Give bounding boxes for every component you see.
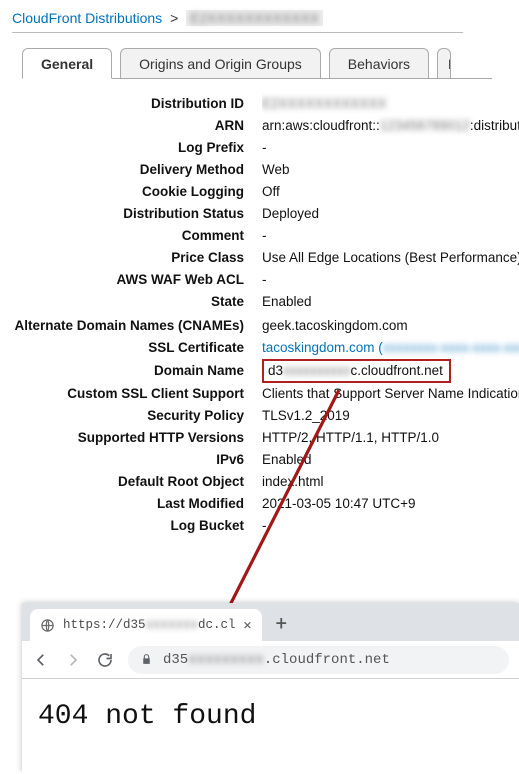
breadcrumb-current: E2XXXXXXXXXXXX <box>186 10 323 26</box>
browser-tab-title: https://d35xxxxxxxdc.cl <box>63 618 236 632</box>
value-domain-name: d3xxxxxxxxxxc.cloudfront.net <box>262 359 519 383</box>
value-last-modified: 2021-03-05 10:47 UTC+9 <box>262 493 519 515</box>
value-state: Enabled <box>262 291 519 313</box>
value-default-root: index.html <box>262 471 519 493</box>
row-distribution-status: Distribution Status Deployed <box>12 203 519 225</box>
value-security-policy: TLSv1.2_2019 <box>262 405 519 427</box>
value-http-versions: HTTP/2, HTTP/1.1, HTTP/1.0 <box>262 427 519 449</box>
row-comment: Comment - <box>12 225 519 247</box>
tab-general[interactable]: General <box>22 48 112 79</box>
row-http-versions: Supported HTTP Versions HTTP/2, HTTP/1.1… <box>12 427 519 449</box>
label-default-root: Default Root Object <box>12 471 262 493</box>
row-delivery-method: Delivery Method Web <box>12 159 519 181</box>
row-ipv6: IPv6 Enabled <box>12 449 519 471</box>
row-last-modified: Last Modified 2021-03-05 10:47 UTC+9 <box>12 493 519 515</box>
row-log-bucket: Log Bucket - <box>12 515 519 537</box>
value-arn: arn:aws:cloudfront::123456789012:distrib… <box>262 115 519 137</box>
label-price-class: Price Class <box>12 247 262 269</box>
row-custom-ssl: Custom SSL Client Support Clients that S… <box>12 383 519 405</box>
row-waf: AWS WAF Web ACL - <box>12 269 519 291</box>
browser-tab-bar: https://d35xxxxxxxdc.cl × + <box>22 603 519 641</box>
label-log-prefix: Log Prefix <box>12 137 262 159</box>
tab-bar: General Origins and Origin Groups Behavi… <box>22 47 492 79</box>
value-distribution-id: E2XXXXXXXXXXXX <box>262 93 519 115</box>
row-domain-name: Domain Name d3xxxxxxxxxxc.cloudfront.net <box>12 359 519 383</box>
label-ipv6: IPv6 <box>12 449 262 471</box>
label-distribution-id: Distribution ID <box>12 93 262 115</box>
lock-icon <box>140 653 153 666</box>
ssl-cert-link[interactable]: tacoskingdom.com (xxxxxxxx-xxxx-xxxx-xxx… <box>262 340 519 355</box>
label-custom-ssl: Custom SSL Client Support <box>12 383 262 405</box>
url-input[interactable]: d35xxxxxxxxx.cloudfront.net <box>128 646 509 674</box>
label-comment: Comment <box>12 225 262 247</box>
reload-icon[interactable] <box>96 651 114 669</box>
label-delivery-method: Delivery Method <box>12 159 262 181</box>
tab-errors[interactable]: Error Pages <box>437 48 451 79</box>
back-icon[interactable] <box>32 651 50 669</box>
breadcrumb-root-link[interactable]: CloudFront Distributions <box>12 10 162 26</box>
breadcrumb: CloudFront Distributions > E2XXXXXXXXXXX… <box>12 10 519 26</box>
tab-origins[interactable]: Origins and Origin Groups <box>120 48 321 79</box>
value-price-class: Use All Edge Locations (Best Performance… <box>262 247 519 269</box>
value-ssl-cert: tacoskingdom.com (xxxxxxxx-xxxx-xxxx-xxx… <box>262 337 519 359</box>
row-arn: ARN arn:aws:cloudfront::123456789012:dis… <box>12 115 519 137</box>
value-distribution-status: Deployed <box>262 203 519 225</box>
browser-viewport: 404 not found <box>22 679 519 772</box>
browser-address-bar: d35xxxxxxxxx.cloudfront.net <box>22 641 519 679</box>
tab-behaviors[interactable]: Behaviors <box>329 48 429 79</box>
row-log-prefix: Log Prefix - <box>12 137 519 159</box>
row-cnames: Alternate Domain Names (CNAMEs) geek.tac… <box>12 313 519 337</box>
label-state: State <box>12 291 262 313</box>
value-cookie-logging: Off <box>262 181 519 203</box>
row-price-class: Price Class Use All Edge Locations (Best… <box>12 247 519 269</box>
row-cookie-logging: Cookie Logging Off <box>12 181 519 203</box>
label-last-modified: Last Modified <box>12 493 262 515</box>
forward-icon <box>64 651 82 669</box>
label-http-versions: Supported HTTP Versions <box>12 427 262 449</box>
label-ssl-cert: SSL Certificate <box>12 337 262 359</box>
browser-tab[interactable]: https://d35xxxxxxxdc.cl × <box>30 609 262 641</box>
globe-icon <box>40 618 55 633</box>
domain-name-highlight: d3xxxxxxxxxxc.cloudfront.net <box>262 359 451 383</box>
row-distribution-id: Distribution ID E2XXXXXXXXXXXX <box>12 93 519 115</box>
value-log-bucket: - <box>262 515 519 537</box>
value-delivery-method: Web <box>262 159 519 181</box>
row-state: State Enabled <box>12 291 519 313</box>
url-text: d35xxxxxxxxx.cloudfront.net <box>163 652 390 668</box>
label-cookie-logging: Cookie Logging <box>12 181 262 203</box>
value-ipv6: Enabled <box>262 449 519 471</box>
row-security-policy: Security Policy TLSv1.2_2019 <box>12 405 519 427</box>
close-tab-icon[interactable]: × <box>244 616 252 634</box>
distribution-details: Distribution ID E2XXXXXXXXXXXX ARN arn:a… <box>12 93 519 537</box>
row-ssl-cert: SSL Certificate tacoskingdom.com (xxxxxx… <box>12 337 519 359</box>
label-distribution-status: Distribution Status <box>12 203 262 225</box>
value-cnames: geek.tacoskingdom.com <box>262 313 519 337</box>
value-log-prefix: - <box>262 137 519 159</box>
page-heading-404: 404 not found <box>38 701 503 732</box>
value-custom-ssl: Clients that Support Server Name Indicat… <box>262 383 519 405</box>
label-domain-name: Domain Name <box>12 360 262 382</box>
label-waf: AWS WAF Web ACL <box>12 269 262 291</box>
label-log-bucket: Log Bucket <box>12 515 262 537</box>
label-arn: ARN <box>12 115 262 137</box>
label-security-policy: Security Policy <box>12 405 262 427</box>
row-default-root: Default Root Object index.html <box>12 471 519 493</box>
new-tab-button[interactable]: + <box>268 611 295 641</box>
value-waf: - <box>262 269 519 291</box>
breadcrumb-separator: > <box>170 10 178 26</box>
browser-window: https://d35xxxxxxxdc.cl × + d35xxxxxxxxx… <box>22 603 519 772</box>
label-cnames: Alternate Domain Names (CNAMEs) <box>12 315 262 337</box>
value-comment: - <box>262 225 519 247</box>
divider <box>12 32 463 33</box>
